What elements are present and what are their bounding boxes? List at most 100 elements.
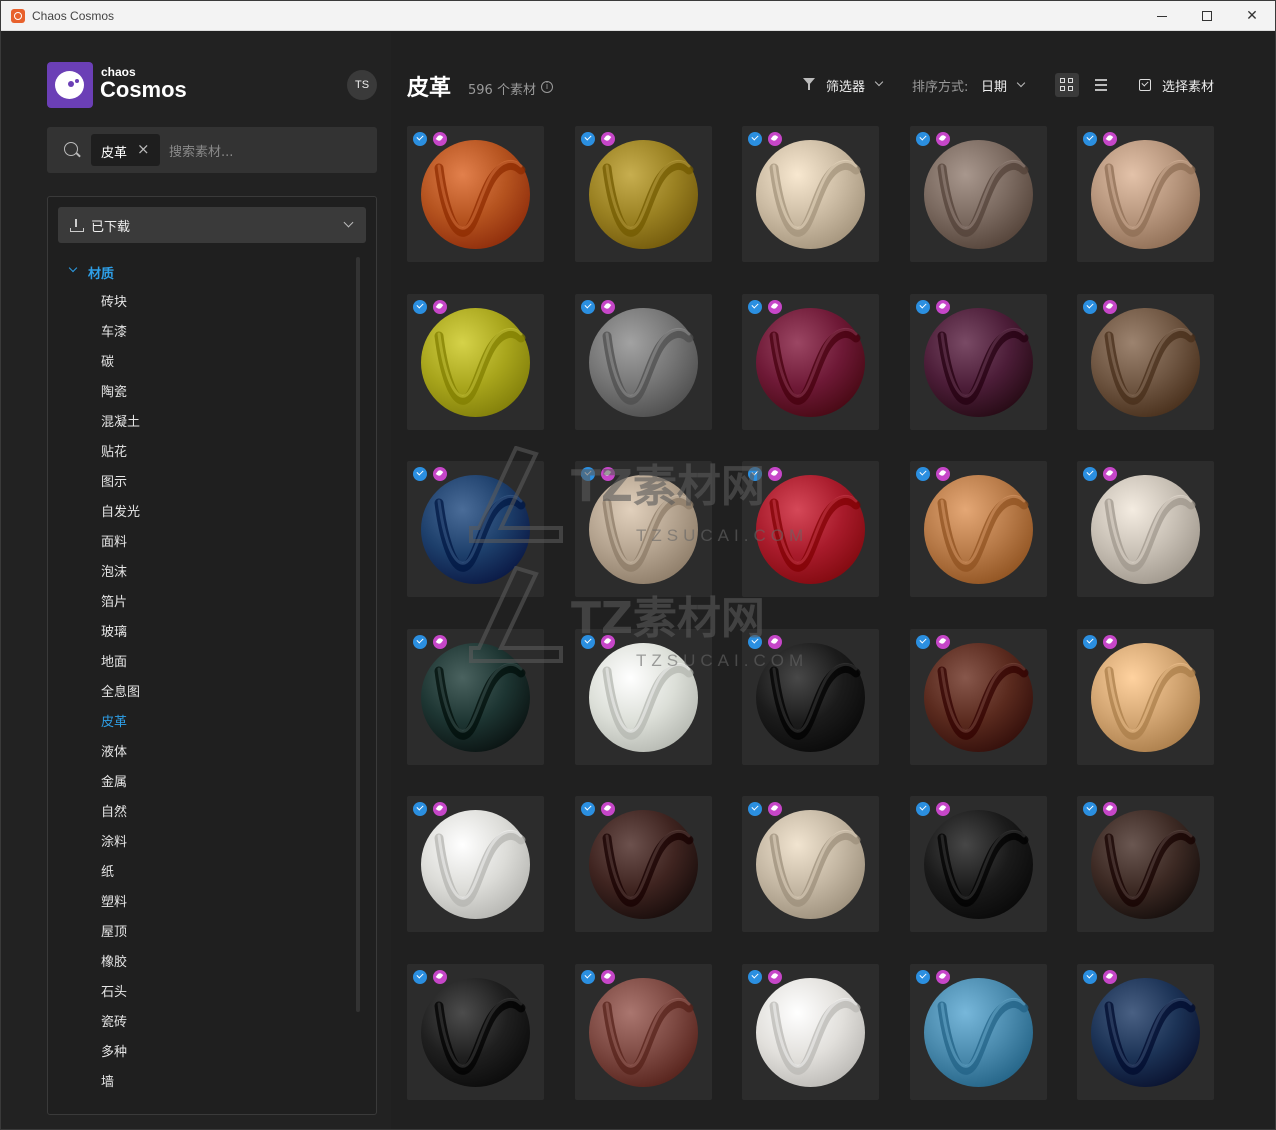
material-card[interactable] [574,461,712,597]
material-card[interactable] [909,126,1047,262]
sidebar-item[interactable]: 全息图 [101,684,341,714]
maximize-button[interactable] [1184,1,1230,31]
material-preview [756,140,865,249]
category-header-label: 材质 [88,267,115,282]
premium-badge-icon [935,802,950,816]
premium-badge-icon [935,969,950,984]
category-panel: 已下载 材质 砖块 车漆碳陶瓷 混凝土 贴花 图示 自发光 面料 泡沫 箔片 玻璃 地面 全息图 皮革液… [47,196,377,1115]
sidebar-item[interactable]: 橡胶 [101,954,341,984]
material-card[interactable] [909,796,1047,932]
sidebar-item[interactable]: 地面 [101,654,341,684]
downloaded-check-icon [413,299,427,314]
sidebar-item[interactable]: 砖块 [101,294,341,324]
material-card[interactable] [742,293,879,430]
search-filter-chip[interactable]: 皮革 × [91,134,160,166]
downloaded-check-icon [580,299,595,314]
material-card[interactable] [407,293,544,430]
sidebar-item[interactable]: 纸 [101,864,341,894]
downloaded-check-icon [748,634,762,649]
downloaded-label: 已下载 [91,220,131,235]
material-card[interactable] [909,628,1047,765]
sidebar-item[interactable]: 泡沫 [101,564,341,594]
premium-badge-icon [600,969,615,984]
material-preview [1091,140,1200,249]
sidebar-item[interactable]: 混凝土 [101,414,341,444]
sidebar-item[interactable]: 液体 [101,744,341,774]
sidebar-item[interactable]: 箔片 [101,594,341,624]
chevron-down-icon [874,77,884,87]
sidebar-item[interactable]: 自发光 [101,504,341,534]
sidebar-item[interactable]: 墙 [101,1074,341,1104]
sidebar-item[interactable]: 屋顶 [101,924,341,954]
material-card[interactable] [1077,461,1214,597]
sidebar-item[interactable]: 金属 [101,774,341,804]
select-assets-label: 选择素材 [1162,80,1215,95]
info-icon[interactable]: i [541,81,553,93]
material-card[interactable] [909,461,1047,597]
material-card[interactable] [574,126,712,262]
sidebar-item[interactable]: 贴花 [101,444,341,474]
sidebar-item[interactable]: 陶瓷 [101,384,341,414]
material-card[interactable] [742,963,879,1100]
material-card[interactable] [1077,963,1214,1100]
material-card[interactable] [1077,293,1214,430]
sidebar-item[interactable]: 多种 [101,1044,341,1074]
grid-view-button[interactable] [1055,73,1079,97]
material-card[interactable] [1077,628,1214,765]
premium-badge-icon [1103,132,1117,146]
material-card[interactable] [407,461,544,597]
downloaded-check-icon [748,299,762,314]
material-card[interactable] [909,293,1047,430]
search-bar[interactable]: 皮革 × 搜索素材... [47,127,377,173]
sidebar-scrollbar[interactable] [356,257,360,1012]
premium-badge-icon [600,634,615,649]
sidebar-item[interactable]: 涂料 [101,834,341,864]
downloaded-check-icon [748,802,762,816]
material-card[interactable] [574,628,712,765]
premium-badge-icon [768,969,782,984]
material-card[interactable] [407,963,544,1100]
sidebar-item[interactable]: 玻璃 [101,624,341,654]
material-card[interactable] [574,796,712,932]
material-card[interactable] [1077,126,1214,262]
sidebar-item[interactable]: 塑料 [101,894,341,924]
material-card[interactable] [909,963,1047,1100]
app-window: Chaos Cosmos ✕ chaos Cosmos TS 皮革 × 搜索素材… [0,0,1276,1130]
material-card[interactable] [407,628,544,765]
filter-label: 筛选器 [826,80,866,95]
downloaded-check-icon [413,969,427,984]
sidebar-item[interactable]: 瓷砖 [101,1014,341,1044]
sidebar-item[interactable]: 面料 [101,534,341,564]
sidebar-item[interactable]: 图示 [101,474,341,504]
material-card[interactable] [742,126,879,262]
premium-badge-icon [600,299,615,314]
sidebar-item[interactable]: 车漆 [101,324,341,354]
material-card[interactable] [574,293,712,430]
sidebar-item[interactable]: 自然 [101,804,341,834]
material-grid [407,126,1227,1129]
sort-label: 排序方式: [912,80,969,95]
material-card[interactable] [742,628,879,765]
sidebar-item[interactable]: 碳 [101,354,341,384]
material-card[interactable] [574,963,712,1100]
material-preview [421,642,530,752]
material-card[interactable] [1077,796,1214,932]
sidebar-item[interactable]: 皮革 [101,714,341,744]
material-card[interactable] [407,796,544,932]
material-card[interactable] [407,126,544,262]
minimize-button[interactable] [1139,1,1185,31]
material-card[interactable] [742,461,879,597]
list-view-button[interactable] [1089,73,1113,97]
downloaded-dropdown[interactable]: 已下载 [58,207,366,243]
user-avatar[interactable]: TS [347,70,377,100]
premium-badge-icon [600,132,615,146]
premium-badge-icon [935,634,950,649]
search-input[interactable]: 搜索素材... [169,141,233,160]
sidebar-item[interactable]: 石头 [101,984,341,1014]
material-preview [421,810,530,919]
close-button[interactable]: ✕ [1229,1,1275,31]
material-preview [923,642,1033,752]
sort-dropdown[interactable]: 日期 [981,76,1007,95]
material-card[interactable] [742,796,879,932]
chip-close-icon[interactable]: × [137,140,150,158]
